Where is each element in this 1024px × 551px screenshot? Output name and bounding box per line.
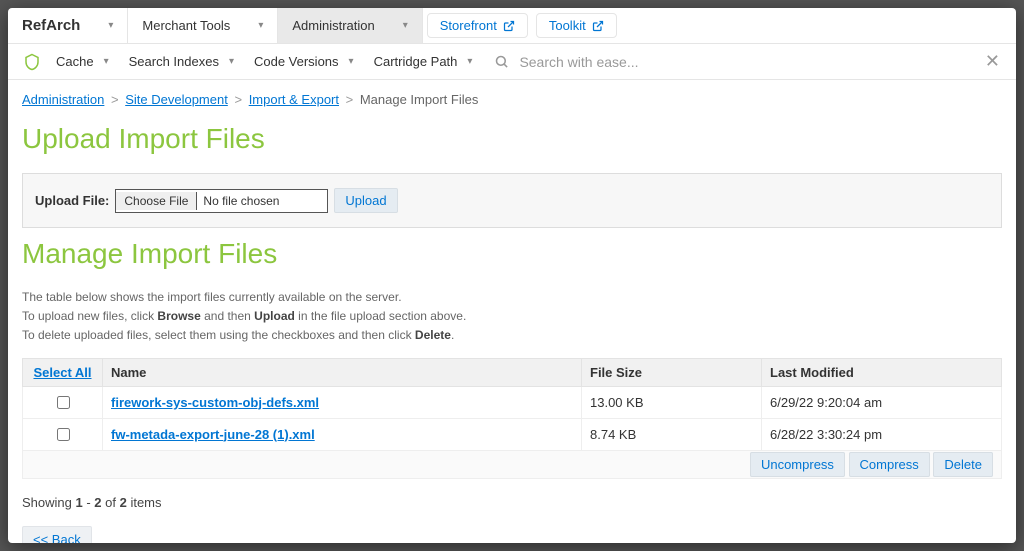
menu-label: Administration [292,18,374,33]
global-search [494,53,978,71]
crumb-site-development[interactable]: Site Development [125,92,228,107]
page-content: Administration > Site Development > Impo… [8,80,1016,543]
crumb-administration[interactable]: Administration [22,92,104,107]
site-selector[interactable]: RefArch ▾ [8,8,128,43]
chevron-down-icon: ▾ [229,56,234,67]
chevron-down-icon: ▾ [104,56,109,67]
external-link-icon [592,20,604,32]
col-modified: Last Modified [762,358,1002,386]
link-label: Toolkit [549,18,586,33]
results-summary: Showing 1 - 2 of 2 items [22,495,1002,510]
crumb-sep: > [346,92,354,107]
upload-label: Upload File: [35,193,109,208]
breadcrumb: Administration > Site Development > Impo… [22,88,1002,113]
delete-button[interactable]: Delete [933,452,993,477]
help-text: The table below shows the import files c… [22,288,1002,346]
file-modified: 6/28/22 3:30:24 pm [762,418,1002,450]
menu-label: Merchant Tools [142,18,230,33]
code-versions-menu[interactable]: Code Versions ▾ [244,54,364,69]
crumb-import-export[interactable]: Import & Export [249,92,339,107]
search-input[interactable] [517,53,978,71]
upload-button[interactable]: Upload [334,188,397,213]
menu-label: Cache [56,54,94,69]
file-status: No file chosen [197,192,327,210]
menu-label: Code Versions [254,54,339,69]
row-checkbox[interactable] [57,396,70,409]
file-modified: 6/29/22 9:20:04 am [762,386,1002,418]
crumb-current: Manage Import Files [360,92,479,107]
storefront-link[interactable]: Storefront [427,13,528,38]
file-size: 13.00 KB [582,386,762,418]
table-actions: Uncompress Compress Delete [23,450,1002,478]
toolkit-link[interactable]: Toolkit [536,13,617,38]
compress-button[interactable]: Compress [849,452,930,477]
menu-label: Cartridge Path [374,54,458,69]
chevron-down-icon: ▾ [258,20,263,31]
cartridge-path-menu[interactable]: Cartridge Path ▾ [364,54,483,69]
site-name: RefArch [22,17,80,34]
external-link-icon [503,20,515,32]
merchant-tools-menu[interactable]: Merchant Tools ▾ [128,8,278,43]
chevron-down-icon: ▾ [403,20,408,31]
upload-section: Upload File: Choose File No file chosen … [22,173,1002,228]
table-row: fw-metada-export-june-28 (1).xml 8.74 KB… [23,418,1002,450]
crumb-sep: > [111,92,119,107]
global-nav: RefArch ▾ Merchant Tools ▾ Administratio… [8,8,1016,44]
menu-label: Search Indexes [129,54,219,69]
choose-file-button[interactable]: Choose File [116,192,197,210]
uncompress-button[interactable]: Uncompress [750,452,845,477]
chevron-down-icon: ▾ [108,20,113,31]
file-link[interactable]: firework-sys-custom-obj-defs.xml [111,395,319,410]
file-size: 8.74 KB [582,418,762,450]
tools-nav: Cache ▾ Search Indexes ▾ Code Versions ▾… [8,44,1016,80]
select-all-link[interactable]: Select All [33,365,91,380]
crumb-sep: > [234,92,242,107]
administration-menu[interactable]: Administration ▾ [278,8,422,43]
shield-icon [18,53,46,71]
file-link[interactable]: fw-metada-export-june-28 (1).xml [111,427,315,442]
col-name: Name [103,358,582,386]
files-table: Select All Name File Size Last Modified … [22,358,1002,479]
chevron-down-icon: ▾ [467,56,472,67]
file-input[interactable]: Choose File No file chosen [115,189,328,213]
link-label: Storefront [440,18,497,33]
search-icon [494,54,509,69]
page-title-upload: Upload Import Files [22,123,1002,155]
close-icon[interactable]: ✕ [979,51,1006,72]
page-title-manage: Manage Import Files [22,238,1002,270]
table-row: firework-sys-custom-obj-defs.xml 13.00 K… [23,386,1002,418]
col-size: File Size [582,358,762,386]
chevron-down-icon: ▾ [349,56,354,67]
search-indexes-menu[interactable]: Search Indexes ▾ [119,54,244,69]
cache-menu[interactable]: Cache ▾ [46,54,119,69]
back-button[interactable]: << Back [22,526,92,543]
row-checkbox[interactable] [57,428,70,441]
